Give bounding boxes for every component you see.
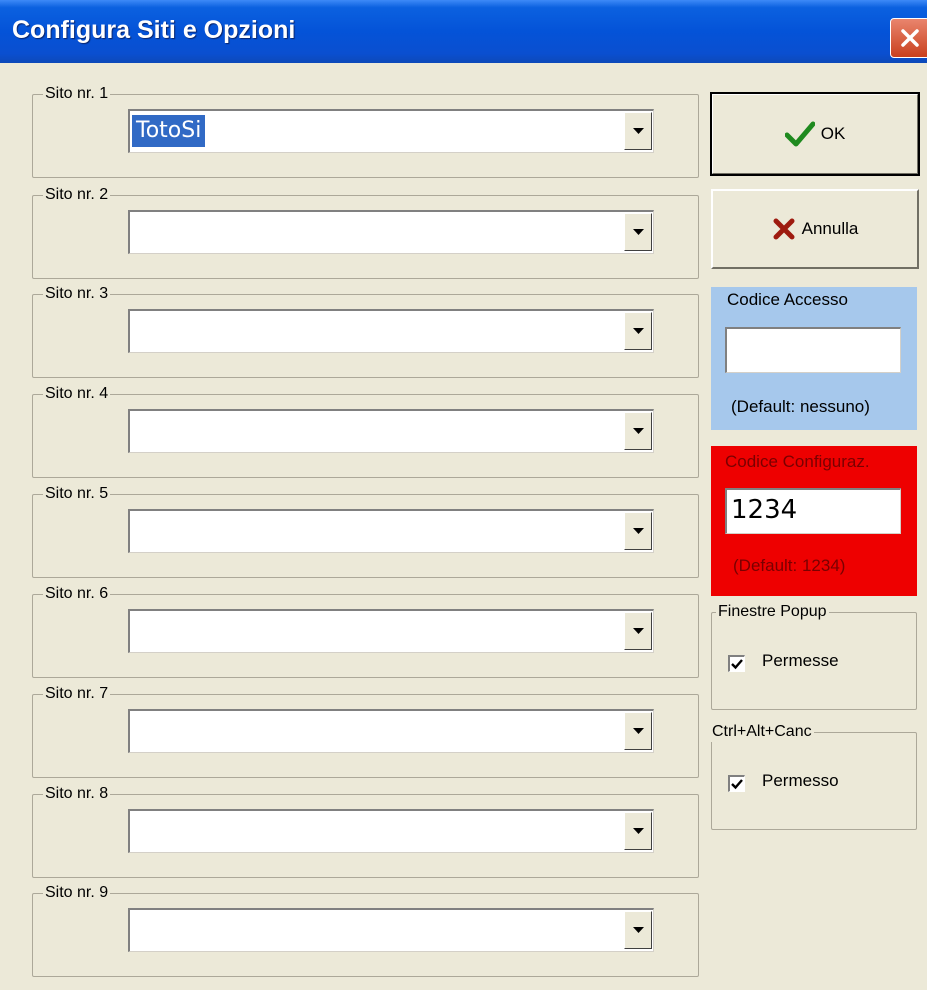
config-code-input[interactable]: 1234 — [725, 488, 901, 534]
check-icon — [731, 659, 743, 670]
site-7-select[interactable] — [128, 709, 654, 753]
site-label: Sito nr. 1 — [43, 84, 111, 104]
site-group-3: Sito nr. 3 — [32, 284, 699, 378]
site-2-dropdown-button[interactable] — [624, 213, 652, 251]
access-code-panel: Codice Accesso (Default: nessuno) — [711, 287, 917, 430]
ctrl-alt-canc-checkbox[interactable] — [728, 775, 745, 792]
site-3-select[interactable] — [128, 309, 654, 353]
site-9-dropdown-button[interactable] — [624, 911, 652, 949]
config-code-panel: Codice Configuraz. 1234 (Default: 1234) — [711, 446, 917, 596]
ctrl-alt-canc-label: Ctrl+Alt+Canc — [710, 722, 814, 742]
site-group-5: Sito nr. 5 — [32, 484, 699, 578]
site-group-9: Sito nr. 9 — [32, 883, 699, 977]
site-5-select[interactable] — [128, 509, 654, 553]
access-code-hint: (Default: nessuno) — [731, 397, 870, 416]
cancel-button[interactable]: Annulla — [711, 189, 919, 269]
site-label: Sito nr. 7 — [43, 684, 111, 704]
checkmark-icon — [784, 121, 815, 147]
site-group-7: Sito nr. 7 — [32, 684, 699, 778]
site-8-dropdown-button[interactable] — [624, 812, 652, 850]
cancel-button-label: Annulla — [801, 219, 859, 238]
close-icon — [901, 29, 919, 47]
site-label: Sito nr. 8 — [43, 784, 111, 804]
site-7-dropdown-button[interactable] — [624, 712, 652, 750]
site-group-4: Sito nr. 4 — [32, 384, 699, 478]
site-label: Sito nr. 3 — [43, 284, 111, 304]
site-1-dropdown-button[interactable] — [624, 112, 652, 150]
config-dialog: Configura Siti e Opzioni Sito nr. 1 Toto… — [0, 0, 927, 990]
chevron-down-icon — [633, 728, 644, 734]
site-group-2: Sito nr. 2 — [32, 185, 699, 279]
access-code-input[interactable] — [725, 327, 901, 373]
site-group-8: Sito nr. 8 — [32, 784, 699, 878]
site-5-dropdown-button[interactable] — [624, 512, 652, 550]
site-1-value: TotoSi — [132, 115, 206, 147]
chevron-down-icon — [633, 428, 644, 434]
site-1-select[interactable]: TotoSi — [128, 109, 654, 153]
chevron-down-icon — [633, 528, 644, 534]
site-4-select[interactable] — [128, 409, 654, 453]
chevron-down-icon — [633, 828, 644, 834]
site-2-select[interactable] — [128, 210, 654, 254]
chevron-down-icon — [633, 328, 644, 334]
chevron-down-icon — [633, 229, 644, 235]
site-group-6: Sito nr. 6 — [32, 584, 699, 678]
site-6-dropdown-button[interactable] — [624, 612, 652, 650]
ok-button[interactable]: OK — [710, 92, 920, 176]
check-icon — [731, 779, 743, 790]
site-label: Sito nr. 6 — [43, 584, 111, 604]
site-6-select[interactable] — [128, 609, 654, 653]
chevron-down-icon — [633, 927, 644, 933]
popup-group-label: Finestre Popup — [716, 602, 829, 622]
site-8-select[interactable] — [128, 809, 654, 853]
config-code-hint: (Default: 1234) — [733, 556, 846, 575]
site-4-dropdown-button[interactable] — [624, 412, 652, 450]
site-label: Sito nr. 5 — [43, 484, 111, 504]
ok-button-label: OK — [820, 124, 846, 143]
site-label: Sito nr. 2 — [43, 185, 111, 205]
popup-group: Finestre Popup Permesse — [711, 602, 917, 710]
ctrl-alt-canc-group: Ctrl+Alt+Canc Permesso — [710, 722, 917, 830]
site-9-select[interactable] — [128, 908, 654, 952]
site-group-1: Sito nr. 1 TotoSi — [32, 84, 699, 178]
popup-checkbox[interactable] — [728, 655, 745, 672]
site-label: Sito nr. 9 — [43, 883, 111, 903]
popup-checkbox-label[interactable]: Permesse — [762, 651, 839, 671]
title-bar[interactable]: Configura Siti e Opzioni — [0, 0, 927, 63]
x-icon — [773, 218, 795, 240]
close-button[interactable] — [890, 18, 927, 58]
config-code-label: Codice Configuraz. — [725, 452, 870, 471]
site-label: Sito nr. 4 — [43, 384, 111, 404]
site-3-dropdown-button[interactable] — [624, 312, 652, 350]
chevron-down-icon — [633, 628, 644, 634]
chevron-down-icon — [633, 128, 644, 134]
window-title: Configura Siti e Opzioni — [12, 16, 296, 44]
access-code-label: Codice Accesso — [727, 290, 848, 309]
ctrl-alt-canc-checkbox-label[interactable]: Permesso — [762, 771, 839, 791]
